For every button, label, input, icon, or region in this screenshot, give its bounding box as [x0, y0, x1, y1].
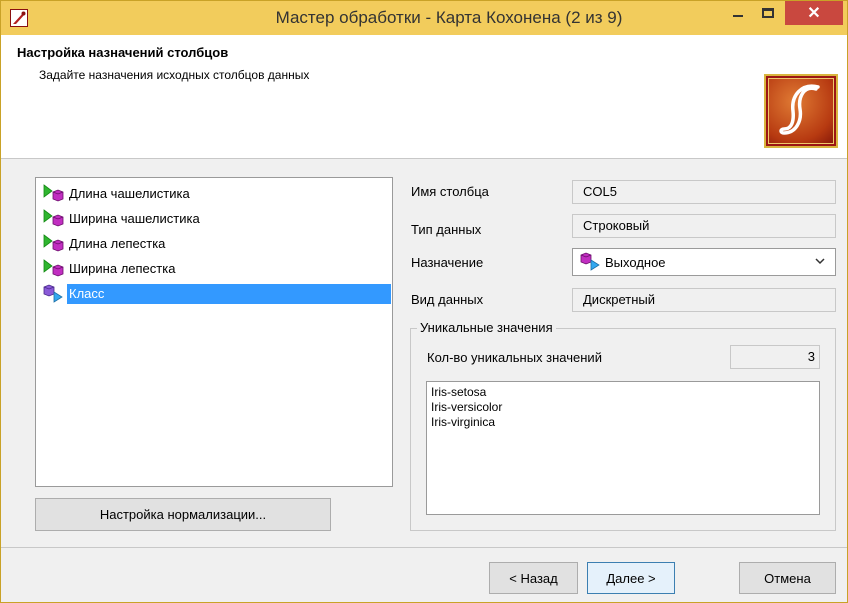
- unique-values-legend: Уникальные значения: [417, 320, 556, 335]
- unique-count-label: Кол-во уникальных значений: [427, 350, 602, 365]
- column-label: Ширина чашелистика: [69, 211, 200, 226]
- next-button[interactable]: Далее >: [587, 562, 675, 594]
- cancel-button[interactable]: Отмена: [739, 562, 836, 594]
- purpose-value: Выходное: [605, 254, 666, 270]
- data-kind-field: Дискретный: [572, 288, 836, 312]
- column-label: Длина лепестка: [69, 236, 166, 251]
- input-column-icon: [41, 209, 67, 229]
- column-name-field: COL5: [572, 180, 836, 204]
- list-item[interactable]: Длина лепестка: [37, 233, 391, 255]
- list-item: Iris-versicolor: [431, 400, 503, 414]
- list-item[interactable]: Длина чашелистика: [37, 183, 391, 205]
- column-label: Класс: [67, 284, 391, 304]
- close-icon: ✕: [807, 5, 821, 22]
- logo-emblem: [768, 78, 834, 144]
- input-column-icon: [41, 259, 67, 279]
- list-item[interactable]: Ширина лепестка: [37, 258, 391, 280]
- data-type-field: Строковый: [572, 214, 836, 238]
- list-item: Iris-virginica: [431, 415, 496, 429]
- list-item-selected[interactable]: Класс: [37, 283, 391, 305]
- title-bar[interactable]: Мастер обработки - Карта Кохонена (2 из …: [1, 1, 847, 35]
- wizard-window: Мастер обработки - Карта Кохонена (2 из …: [0, 0, 848, 603]
- maximize-button[interactable]: [755, 1, 781, 25]
- maximize-icon: [762, 8, 774, 18]
- column-label: Ширина лепестка: [69, 261, 176, 276]
- input-column-icon: [41, 234, 67, 254]
- unique-values-list[interactable]: Iris-setosa Iris-versicolor Iris-virgini…: [426, 381, 820, 515]
- close-button[interactable]: ✕: [785, 1, 843, 25]
- normalization-settings-button[interactable]: Настройка нормализации...: [35, 498, 331, 531]
- list-item[interactable]: Ширина чашелистика: [37, 208, 391, 230]
- minimize-icon: [733, 15, 743, 17]
- chevron-down-icon[interactable]: [813, 254, 827, 268]
- purpose-label: Назначение: [411, 255, 484, 270]
- deductor-logo: [764, 74, 838, 148]
- data-kind-label: Вид данных: [411, 292, 484, 307]
- data-type-label: Тип данных: [411, 222, 482, 237]
- input-column-icon: [41, 184, 67, 204]
- output-column-icon: [41, 284, 67, 304]
- page-title: Настройка назначений столбцов: [17, 45, 229, 60]
- unique-count-field: 3: [730, 345, 820, 369]
- minimize-button[interactable]: [725, 1, 751, 25]
- columns-list[interactable]: Длина чашелистика Ширина чашелистика Дли…: [35, 177, 393, 487]
- page-subtitle: Задайте назначения исходных столбцов дан…: [39, 68, 310, 82]
- purpose-select[interactable]: Выходное: [572, 248, 836, 276]
- window-title: Мастер обработки - Карта Кохонена (2 из …: [275, 8, 623, 27]
- column-label: Длина чашелистика: [69, 186, 190, 201]
- footer-divider: [1, 547, 847, 548]
- column-name-label: Имя столбца: [411, 184, 489, 199]
- back-button[interactable]: < Назад: [489, 562, 578, 594]
- output-column-icon: [579, 252, 603, 272]
- list-item: Iris-setosa: [431, 385, 487, 399]
